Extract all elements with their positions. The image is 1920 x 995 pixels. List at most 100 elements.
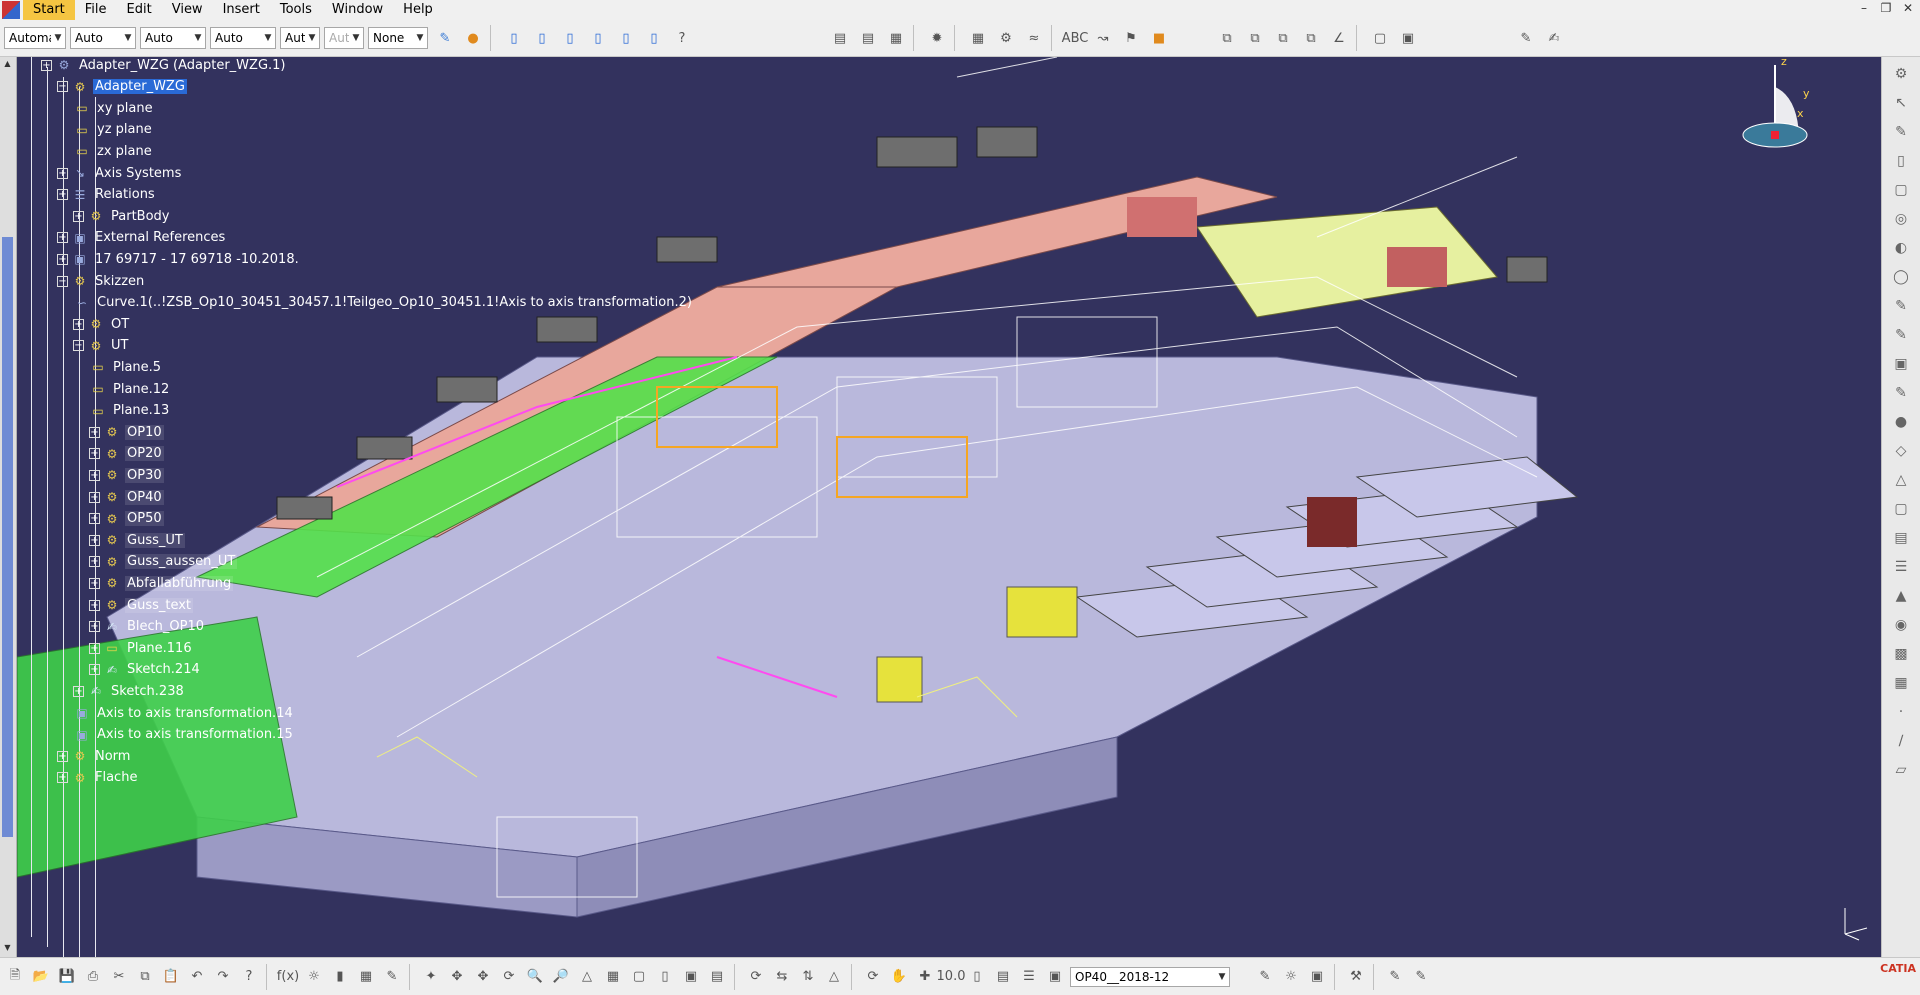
knowledge-icon[interactable]: ☼ [303, 966, 325, 988]
thickness-icon[interactable]: ▤ [1890, 527, 1912, 549]
cube-icon[interactable]: ▣ [1890, 353, 1912, 375]
cylinder-icon[interactable]: ▯ [643, 27, 665, 49]
tree-node[interactable]: + ⚙ Flache [57, 768, 139, 788]
window-icon[interactable]: ▣ [1397, 27, 1419, 49]
tree-node[interactable]: − ⚙ Adapter_WZG [57, 77, 187, 97]
expand-icon[interactable]: + [89, 534, 100, 546]
tools-icon[interactable]: ⚒ [1345, 966, 1367, 988]
copy-icon[interactable]: ⧉ [1300, 27, 1322, 49]
tree-node[interactable]: ▣ Axis to axis transformation.15 [73, 725, 295, 745]
formula-icon[interactable]: f(x) [277, 966, 299, 988]
copy-icon[interactable]: ⧉ [1244, 27, 1266, 49]
tree-node[interactable]: ▭ zx plane [73, 141, 154, 161]
material-icon[interactable]: ● [462, 27, 484, 49]
hand-icon[interactable]: ✋ [888, 966, 910, 988]
line-thickness-combo[interactable]: Auto ▼ [140, 27, 206, 49]
replace-face-icon[interactable]: ◉ [1890, 614, 1912, 636]
menu-edit[interactable]: Edit [117, 0, 162, 20]
cube-icon[interactable]: ▣ [1044, 966, 1066, 988]
scroll-thumb[interactable] [2, 237, 13, 837]
scroll-up-icon[interactable]: ▲ [2, 59, 13, 71]
undo-icon[interactable]: ↶ [186, 966, 208, 988]
tree-node[interactable]: + ⚙ Abfallabführung [89, 573, 234, 593]
rib-icon[interactable]: ✎ [1890, 295, 1912, 317]
expand-icon[interactable]: + [57, 189, 68, 201]
tree-node[interactable]: + ⚙ Norm [57, 746, 132, 766]
hide-show-icon[interactable]: ▣ [680, 966, 702, 988]
tree-node[interactable]: + ⚙ Guss_aussen_UT [89, 552, 238, 572]
refresh-icon[interactable]: ⟳ [862, 966, 884, 988]
rotate-icon[interactable]: ⟳ [498, 966, 520, 988]
fillet-icon[interactable]: ● [1890, 411, 1912, 433]
tree-node[interactable]: + ⚙ Guss_text [89, 595, 194, 615]
expand-icon[interactable]: + [89, 491, 100, 503]
plane-icon[interactable]: ▱ [1890, 759, 1912, 781]
expand-icon[interactable]: + [57, 253, 68, 265]
redo-icon[interactable]: ↷ [212, 966, 234, 988]
gear-icon[interactable]: ⚙ [1890, 63, 1912, 85]
scroll-down-icon[interactable]: ▼ [2, 943, 13, 955]
tree-node[interactable]: + ⚙ OP40 [89, 487, 164, 507]
color-combo[interactable]: Automa▼ [4, 27, 66, 49]
tree-node[interactable]: + ⚙ PartBody [73, 206, 171, 226]
print-icon[interactable]: ⎙ [82, 966, 104, 988]
draft-icon[interactable]: △ [1890, 469, 1912, 491]
view-selector-combo[interactable]: OP40__2018-12 ▼ [1070, 966, 1230, 987]
point-type-combo[interactable]: Aut ▼ [280, 27, 320, 49]
pan-icon[interactable]: ✥ [472, 966, 494, 988]
tree-node[interactable]: ▭ Plane.13 [89, 401, 171, 421]
whats-this-icon[interactable]: ? [238, 966, 260, 988]
mirror-icon[interactable]: ▩ [1890, 643, 1912, 665]
axis-icon[interactable]: ✚ [914, 966, 936, 988]
restore-icon[interactable]: ❐ [1878, 1, 1894, 15]
angle-icon[interactable]: ∠ [1328, 27, 1350, 49]
layer-combo[interactable]: None ▼ [368, 27, 428, 49]
apply-material-icon[interactable]: ✎ [1384, 966, 1406, 988]
table-icon[interactable]: ▦ [355, 966, 377, 988]
cylinder-icon[interactable]: ▯ [531, 27, 553, 49]
3d-viewport[interactable]: z y x + ⚙ Adapter_WZG (Adapter_WZG.1) − ⚙ Ada… [17, 57, 1881, 957]
loft-icon[interactable]: ✎ [1890, 382, 1912, 404]
copy-icon[interactable]: ⧉ [1216, 27, 1238, 49]
layers-icon[interactable]: ☰ [1018, 966, 1040, 988]
collapse-icon[interactable]: − [57, 81, 68, 93]
grid-icon[interactable]: ▦ [967, 27, 989, 49]
annotation-icon[interactable]: ■ [1148, 27, 1170, 49]
tree-node[interactable]: + ⚙ OP30 [89, 465, 164, 485]
tree-node[interactable]: + ✍ Sketch.238 [73, 681, 186, 701]
render-icon[interactable]: ▣ [1306, 966, 1328, 988]
wave-icon[interactable]: ≈ [1023, 27, 1045, 49]
analysis-icon[interactable]: ☼ [1280, 966, 1302, 988]
pattern-icon[interactable]: ▦ [1890, 672, 1912, 694]
measure-inertia-icon[interactable]: △ [823, 966, 845, 988]
tree-node[interactable]: ▭ Plane.12 [89, 379, 171, 399]
tree-node[interactable]: + ✍ Sketch.214 [89, 660, 202, 680]
tree-node[interactable]: + ▣ 17 69717 - 17 69718 -10.2018. [57, 249, 301, 269]
compass-icon[interactable]: z y x [1737, 57, 1817, 167]
expand-icon[interactable]: + [89, 426, 100, 438]
expand-icon[interactable]: + [89, 556, 100, 568]
pad-icon[interactable]: ▯ [1890, 150, 1912, 172]
flag-icon[interactable]: ⚑ [1120, 27, 1142, 49]
tree-node[interactable]: + ☰ Relations [57, 185, 157, 205]
scale-icon[interactable]: 10.0 [937, 966, 966, 988]
sketcher-icon[interactable]: ✎ [1515, 27, 1537, 49]
pocket-icon[interactable]: ▢ [1890, 179, 1912, 201]
multi-view-icon[interactable]: ▦ [602, 966, 624, 988]
menu-file[interactable]: File [75, 0, 117, 20]
tree-node[interactable]: − ⚙ UT [73, 336, 130, 356]
expand-icon[interactable]: + [89, 448, 100, 460]
snap-icon[interactable]: ✹ [926, 27, 948, 49]
zoom-in-icon[interactable]: 🔍 [524, 966, 546, 988]
tree-node[interactable]: + ⚙ OP10 [89, 422, 164, 442]
expand-icon[interactable]: + [89, 664, 100, 676]
tree-node[interactable]: + ↘ Axis Systems [57, 163, 183, 183]
minimize-icon[interactable]: – [1856, 1, 1872, 15]
expand-icon[interactable]: + [89, 599, 100, 611]
catia-app-icon[interactable] [2, 1, 20, 19]
paste-icon[interactable]: 📋 [160, 966, 182, 988]
expand-icon[interactable]: + [73, 318, 84, 330]
sketch-icon[interactable]: ✎ [381, 966, 403, 988]
expand-icon[interactable]: + [57, 232, 68, 244]
window-icon[interactable]: ▢ [1369, 27, 1391, 49]
